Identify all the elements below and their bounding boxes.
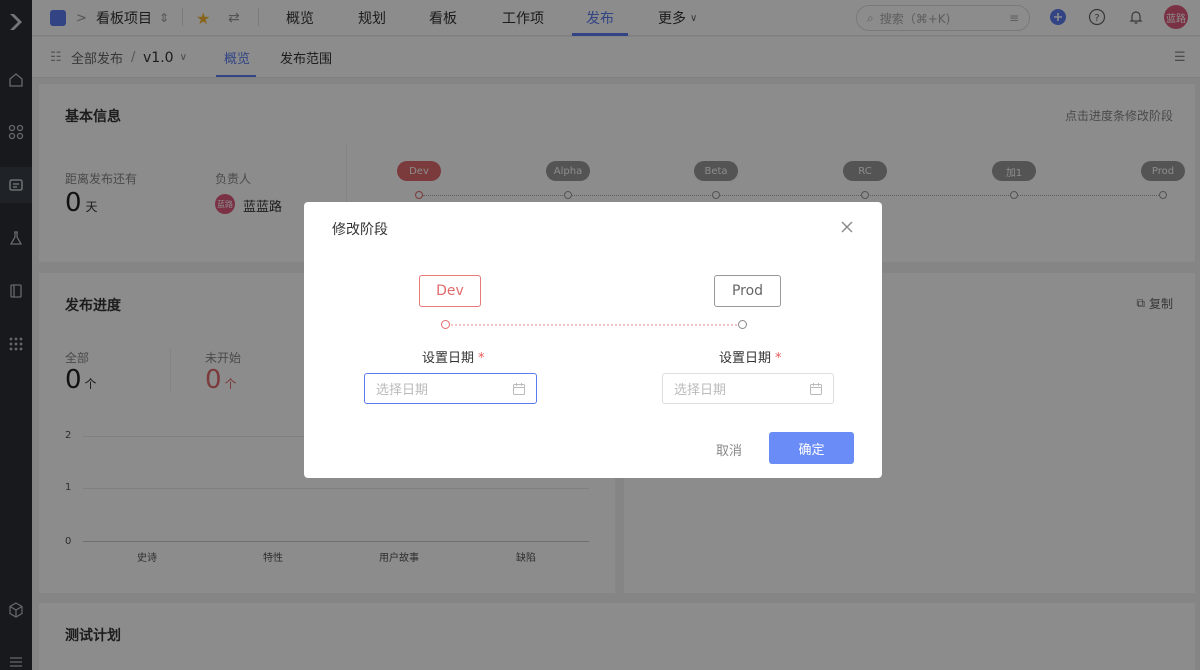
to-date-label-text: 设置日期 (719, 351, 772, 366)
from-date-label: 设置日期 * (422, 347, 485, 366)
from-date-input[interactable]: 选择日期 (364, 373, 537, 404)
close-icon[interactable] (838, 218, 856, 236)
to-stage-tag: Prod (714, 275, 781, 307)
confirm-button[interactable]: 确定 (769, 432, 854, 464)
from-stage-dot (441, 320, 450, 329)
dialog-title: 修改阶段 (332, 222, 388, 238)
change-stage-dialog: 修改阶段 Dev Prod 设置日期 * 选择日期 设置日期 * 选择日期 取消 确… (304, 202, 882, 478)
stage-connector (447, 324, 743, 326)
to-date-placeholder: 选择日期 (674, 383, 727, 398)
required-mark: * (775, 351, 782, 366)
cancel-button[interactable]: 取消 (716, 435, 742, 463)
calendar-icon (810, 383, 822, 395)
calendar-icon (513, 383, 525, 395)
to-date-input[interactable]: 选择日期 (662, 373, 834, 404)
from-date-placeholder: 选择日期 (376, 383, 429, 398)
from-stage-tag: Dev (419, 275, 481, 307)
from-date-label-text: 设置日期 (422, 351, 475, 366)
to-date-label: 设置日期 * (719, 347, 782, 366)
required-mark: * (478, 351, 485, 366)
to-stage-dot (738, 320, 747, 329)
app-window: > 看板项目 ⇕ ★ ⇄ 概览 规划 看板 工作项 发布 更多 ∨ ⌕ 搜索（⌘+… (0, 0, 1200, 670)
